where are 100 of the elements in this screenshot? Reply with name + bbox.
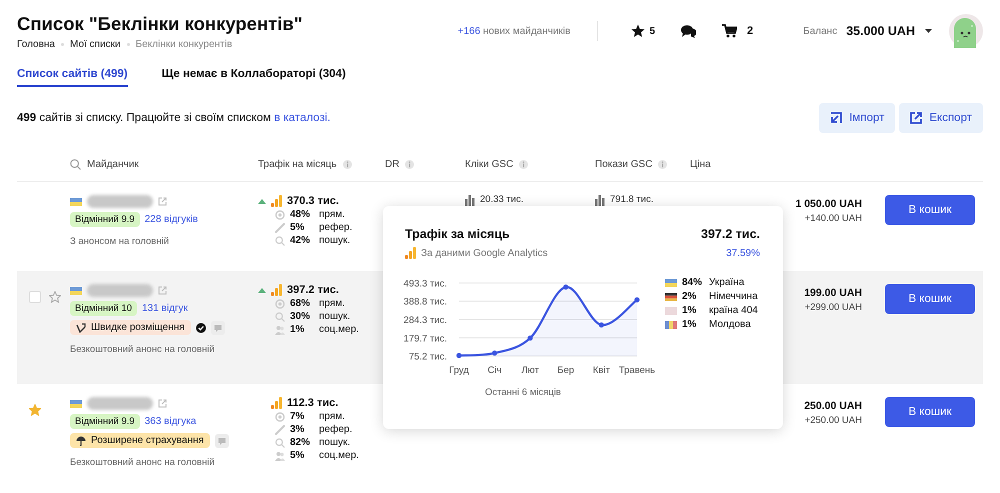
x-axis-label: Травень (618, 365, 656, 376)
add-to-cart-button[interactable]: В кошик (885, 397, 975, 427)
reviews-link[interactable]: 228 відгуків (144, 214, 198, 225)
avatar[interactable] (949, 14, 983, 48)
chart-caption: Останні 6 місяців (485, 387, 561, 398)
traffic-source: пошук. (319, 311, 350, 322)
bar-chart-icon[interactable] (271, 284, 282, 296)
traffic-source: рефер. (319, 222, 352, 233)
y-axis-label: 179.7 тис. (404, 333, 447, 344)
country-name: країна 404 (709, 305, 758, 316)
comment-icon[interactable] (214, 434, 229, 448)
price-extra: +250.00 UAH (804, 415, 862, 426)
traffic-source: прям. (319, 411, 345, 422)
chat-icon[interactable] (681, 24, 696, 38)
feature-badge: Швидке розміщення (70, 320, 191, 335)
import-icon (830, 112, 842, 124)
comment-icon[interactable] (210, 320, 225, 334)
balance-label: Баланс (803, 26, 838, 36)
page-title: Список "Беклінки конкурентів" (17, 12, 304, 34)
rating-badge: Відмінний 10 (70, 301, 137, 316)
add-to-cart-button[interactable]: В кошик (885, 195, 975, 225)
flag-icon (665, 306, 677, 314)
traffic-share: 5% (290, 222, 306, 233)
flag-icon (70, 198, 82, 206)
search-icon (275, 438, 285, 448)
traffic-share: 68% (290, 298, 312, 309)
traffic-share: 5% (290, 450, 306, 461)
cart-icon[interactable] (722, 24, 738, 38)
traffic-source: прям. (319, 209, 345, 220)
blurred-domain[interactable] (87, 195, 153, 208)
reviews-link[interactable]: 363 відгука (144, 416, 196, 427)
caret-icon[interactable] (925, 29, 932, 33)
external-link-icon[interactable] (158, 399, 167, 408)
price-value: 1 050.00 UAH (795, 198, 862, 210)
flag-icon (665, 292, 677, 300)
blurred-domain[interactable] (87, 397, 153, 410)
country-name: Німеччина (709, 291, 758, 302)
target-icon (275, 298, 285, 308)
breadcrumb-item[interactable]: Головна (17, 38, 55, 50)
new-sites-link[interactable]: +166 нових майданчиків (458, 26, 570, 36)
column-header: Покази GSC (595, 158, 652, 170)
import-button[interactable]: Імпорт (819, 102, 896, 132)
placement-note: Безкоштовний анонс на головній (70, 457, 216, 468)
x-axis-label: Груд (449, 365, 469, 376)
traffic-share: 3% (290, 424, 306, 435)
link-icon (275, 222, 285, 232)
popup-total: 397.2 тис. (701, 227, 760, 241)
target-icon (275, 412, 285, 422)
checkbox[interactable] (29, 291, 41, 303)
x-axis-label: Лют (521, 365, 539, 376)
traffic-share: 82% (290, 437, 312, 448)
traffic-share: 7% (290, 411, 306, 422)
flag-icon (665, 320, 677, 328)
traffic-share: 1% (290, 324, 306, 335)
flag-icon (70, 400, 82, 408)
external-link-icon[interactable] (158, 286, 167, 295)
external-link-icon[interactable] (158, 197, 167, 206)
rating-badge: Відмінний 9.9 (70, 414, 140, 429)
add-to-cart-button[interactable]: В кошик (885, 284, 975, 314)
country-share: 1% (682, 305, 698, 316)
traffic-source: пошук. (319, 235, 350, 246)
y-axis-label: 493.3 тис. (404, 278, 447, 290)
bar-chart-icon[interactable] (271, 397, 282, 409)
search-icon (275, 312, 285, 322)
export-button[interactable]: Експорт (899, 102, 983, 132)
price-value: 250.00 UAH (804, 400, 862, 412)
bar-chart-icon (465, 195, 475, 207)
y-axis-label: 388.8 тис. (404, 296, 447, 308)
traffic-share: 48% (290, 209, 312, 220)
tab[interactable]: Список сайтів (499) (17, 68, 128, 87)
gsc-value: 20.33 тис. (480, 194, 524, 205)
people-icon (275, 450, 285, 460)
country-name: Україна (709, 277, 744, 288)
traffic-source: рефер. (319, 424, 352, 435)
popup-title: Трафік за місяць (405, 227, 510, 241)
flag-icon (70, 286, 82, 294)
chart-point (634, 297, 640, 302)
tab[interactable]: Ще немає в Коллабораторі (304) (162, 68, 346, 87)
catalog-link[interactable]: в каталозі. (274, 112, 330, 124)
country-share: 2% (682, 291, 698, 302)
traffic-total: 397.2 тис. (287, 284, 339, 296)
breadcrumb-item: Беклінки конкурентів (136, 38, 232, 50)
star-outline-icon[interactable] (49, 291, 61, 303)
chart-point (492, 350, 498, 356)
traffic-source: прям. (319, 298, 345, 309)
export-icon (910, 112, 922, 124)
summary-text: 499 сайтів зі списку. Працюйте зі своїм списком в каталозі. (17, 112, 330, 124)
balance-amount[interactable]: 35.000 UAH (846, 24, 915, 38)
chart-point (528, 335, 533, 341)
chart-point (456, 352, 462, 358)
bar-chart-icon (595, 195, 605, 207)
search-icon[interactable] (70, 158, 81, 170)
chart-point (563, 284, 568, 290)
traffic-share: 42% (290, 235, 312, 246)
breadcrumb-item[interactable]: Мої списки (70, 38, 121, 50)
bar-chart-icon[interactable] (271, 195, 282, 207)
star-icon[interactable] (631, 24, 646, 38)
blurred-domain[interactable] (87, 284, 153, 297)
star-icon[interactable] (29, 404, 41, 416)
reviews-link[interactable]: 131 відгук (142, 303, 188, 314)
